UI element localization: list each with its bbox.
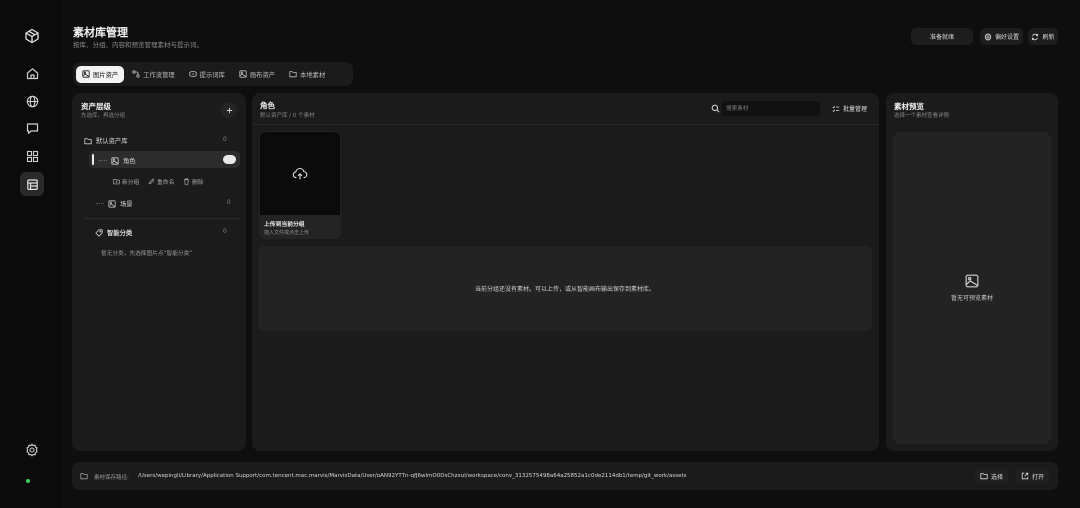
preferences-gear-icon [984, 32, 992, 41]
group-item-role[interactable]: 角色 [111, 156, 136, 165]
tab-local-assets[interactable]: 本地素材 [283, 66, 331, 83]
folder-icon [289, 71, 297, 78]
ready-status-label: 准备就绪 [929, 34, 954, 41]
folder-open-icon [84, 137, 92, 144]
delete-button[interactable]: 删除 [183, 177, 204, 186]
batch-manage-button[interactable]: 批量管理 [828, 101, 871, 116]
batch-list-icon [832, 105, 840, 112]
refresh-button[interactable]: 刷新 [1028, 28, 1058, 45]
upload-title: 上传到当前分组 [264, 222, 305, 228]
tab-canvas-assets[interactable]: 画布资产 [233, 66, 281, 83]
tab-label: 画布资产 [249, 71, 276, 79]
prompt-icon [189, 71, 197, 77]
hierarchy-subtitle: 先选库，再选分组 [81, 113, 126, 119]
workflow-icon [132, 70, 140, 78]
globe-icon[interactable] [20, 89, 44, 113]
grid-icon[interactable] [20, 144, 44, 168]
tab-image-assets[interactable]: 图片资产 [76, 65, 125, 83]
empty-state-text: 当前分组还没有素材。可以上传，或从智能画布输出保存到素材库。 [474, 286, 655, 293]
tab-label: 提示词库 [199, 71, 225, 79]
library-count: 0 [223, 137, 227, 143]
search-icon [711, 104, 720, 113]
tab-prompts[interactable]: 提示词库 [183, 66, 231, 83]
folder-select-icon [980, 473, 988, 480]
library-item-default[interactable]: 默认资产库 [84, 136, 127, 145]
new-group-button[interactable]: 新分组 [113, 177, 139, 186]
group-name: 场景 [120, 201, 133, 208]
smart-category-count: 0 [223, 229, 227, 235]
ready-status-button[interactable]: 准备就绪 [911, 28, 973, 45]
upload-card[interactable]: 上传到当前分组 拖入文件或点击上传 [259, 131, 341, 239]
storage-path-label: 素材保存路径: [94, 475, 129, 481]
plus-icon [226, 107, 232, 113]
new-group-label: 新分组 [122, 180, 140, 186]
upload-drop-area[interactable] [260, 132, 340, 215]
tag-icon [95, 228, 103, 237]
folder-icon [80, 473, 88, 480]
page-title: 素材库管理 [73, 26, 128, 39]
choose-label: 选择 [991, 473, 1004, 481]
tab-label: 工作流管理 [143, 71, 175, 79]
empty-state: 当前分组还没有素材。可以上传，或从智能画布输出保存到素材库。 [258, 246, 872, 331]
folder-plus-icon [113, 179, 120, 185]
image-placeholder-icon [965, 274, 979, 288]
preferences-label: 偏好设置 [994, 34, 1019, 41]
group-item-scene[interactable]: 场景 [108, 199, 133, 208]
pencil-icon [148, 178, 155, 185]
app-logo-icon[interactable] [20, 24, 44, 48]
left-rail [0, 0, 62, 508]
preview-empty-text: 暂无可预览素材 [950, 295, 993, 302]
preview-subtitle: 选择一个素材查看详情 [894, 113, 950, 119]
choose-folder-button[interactable]: 选择 [975, 468, 1009, 484]
chat-icon[interactable] [20, 116, 44, 140]
section-tabs: 图片资产 工作流管理 提示词库 画布资产 本地素材 [73, 62, 353, 86]
smart-category-empty: 暂无分类，先选择图片点“智能分类” [101, 251, 193, 257]
content-title: 角色 [260, 101, 275, 110]
selected-indicator [92, 154, 94, 165]
group-visibility-toggle[interactable] [223, 155, 236, 164]
upload-subtitle: 拖入文件或点击上传 [264, 230, 310, 236]
batch-manage-label: 批量管理 [843, 106, 868, 113]
refresh-icon [1032, 33, 1039, 40]
group-name: 角色 [123, 158, 136, 165]
open-label: 打开 [1032, 473, 1045, 481]
preferences-button[interactable]: 偏好设置 [980, 28, 1023, 45]
add-library-button[interactable] [221, 102, 237, 118]
smart-category-title: 智能分类 [107, 230, 133, 237]
tree-connector [96, 203, 104, 204]
online-status-indicator [26, 479, 30, 483]
external-link-icon [1021, 472, 1029, 480]
tab-label: 本地素材 [300, 71, 326, 79]
library-name: 默认资产库 [96, 138, 128, 145]
content-subtitle: 默认资产库 / 0 个素材 [260, 113, 315, 119]
content-header-divider [252, 124, 879, 125]
page-subtitle: 按库、分组、内容和预览管理素材与提示词。 [73, 41, 203, 49]
rename-button[interactable]: 重命名 [148, 177, 174, 186]
group-count: 0 [227, 200, 231, 206]
tree-connector [99, 160, 107, 161]
cloud-upload-icon [292, 167, 308, 179]
search-field[interactable] [706, 101, 820, 116]
tab-workflow[interactable]: 工作流管理 [126, 66, 180, 83]
rename-label: 重命名 [157, 180, 175, 186]
asset-library-icon[interactable] [20, 172, 44, 196]
image-group-icon [111, 156, 119, 165]
image-group-icon [108, 199, 116, 208]
asset-hierarchy-panel [72, 93, 246, 451]
search-input[interactable] [726, 103, 816, 114]
storage-path-value: /Users/wepingli/Library/Application Supp… [138, 473, 687, 479]
refresh-label: 刷新 [1042, 34, 1055, 41]
tab-label: 图片资产 [93, 71, 119, 79]
preview-area: 暂无可预览素材 [893, 132, 1051, 444]
delete-label: 删除 [192, 180, 204, 186]
section-divider [84, 218, 240, 219]
trash-icon [184, 178, 189, 185]
open-folder-button[interactable]: 打开 [1016, 468, 1050, 484]
home-icon[interactable] [20, 61, 44, 85]
settings-gear-icon[interactable] [20, 438, 44, 462]
smart-category-section[interactable]: 智能分类 [95, 228, 132, 237]
canvas-icon [239, 70, 247, 78]
image-icon [82, 70, 90, 78]
